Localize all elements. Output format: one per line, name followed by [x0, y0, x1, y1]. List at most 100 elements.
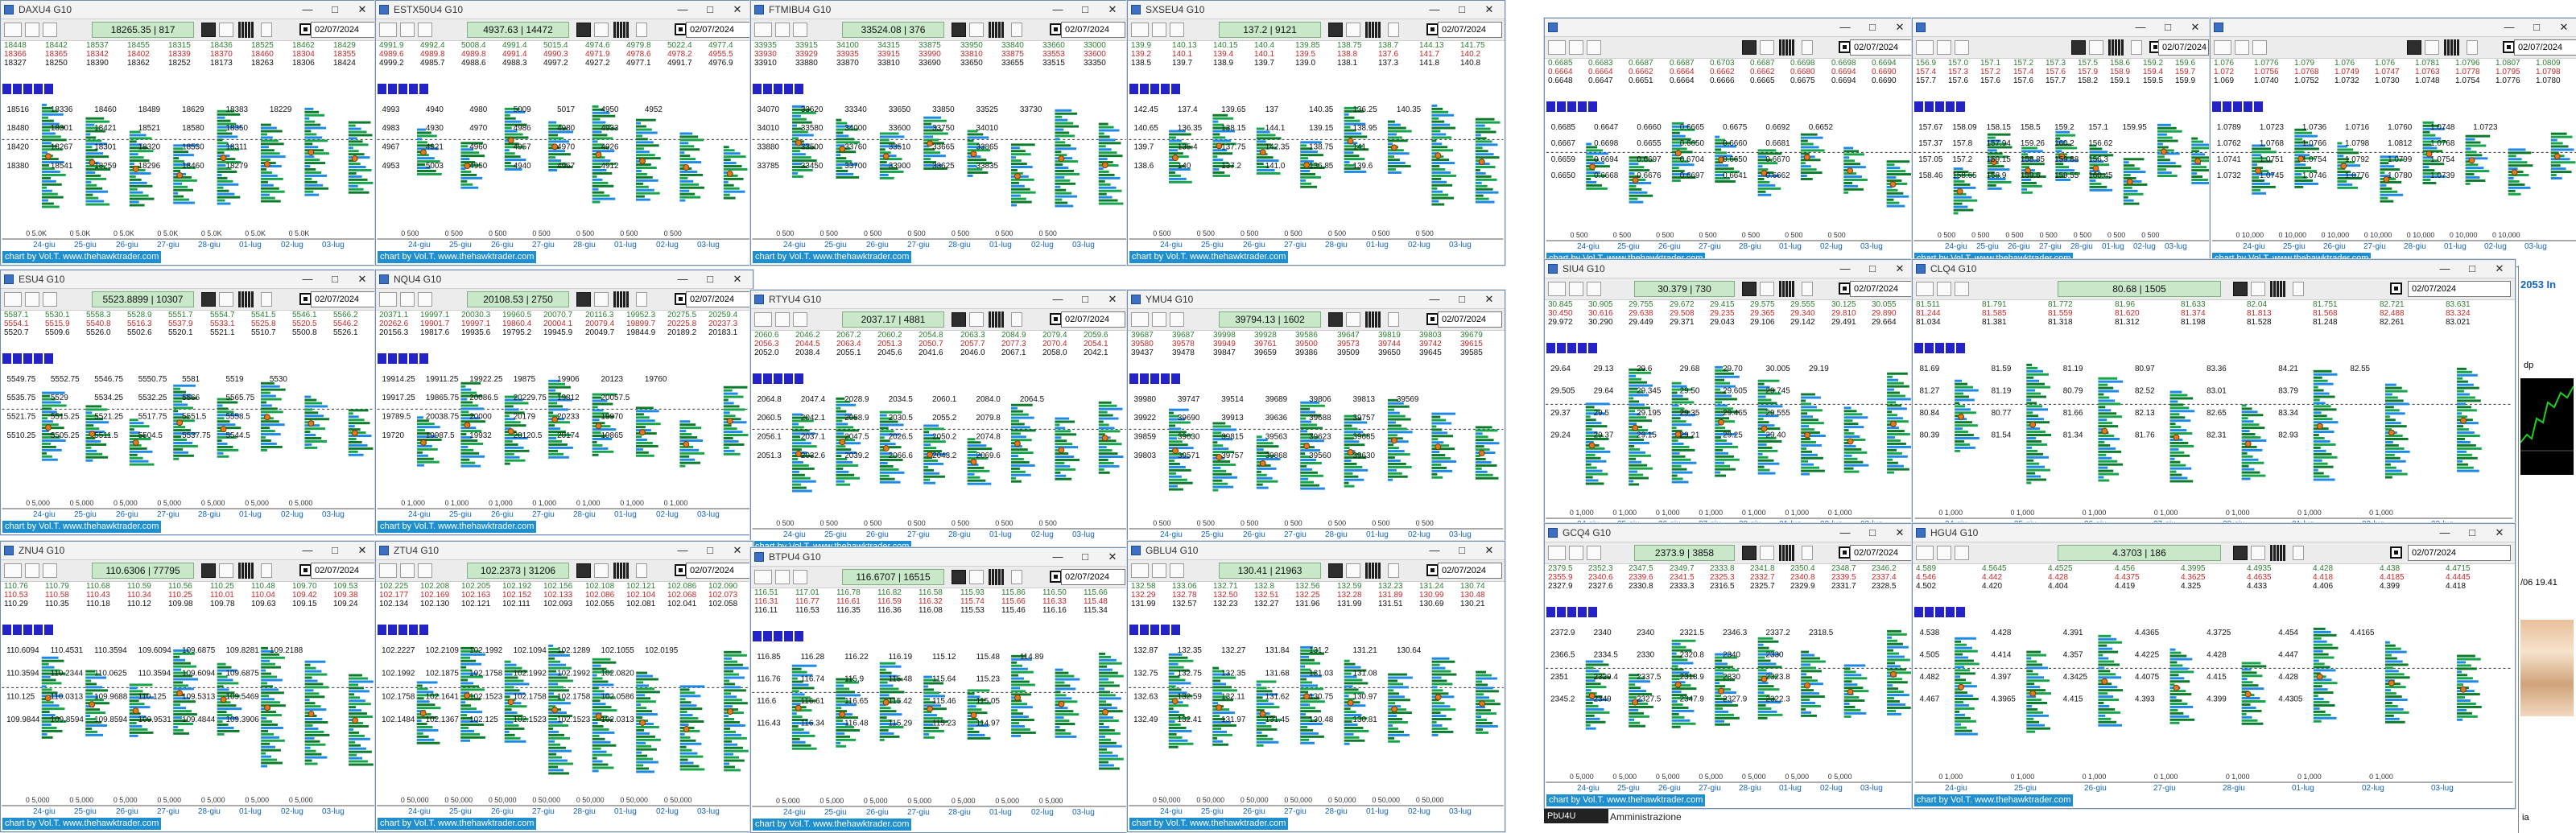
- bars-icon[interactable]: [2270, 281, 2285, 297]
- maximize-button[interactable]: □: [1071, 1, 1099, 19]
- target-icon[interactable]: [1839, 41, 1851, 53]
- session-toggle[interactable]: [1129, 625, 1138, 635]
- session-toggle[interactable]: [1129, 373, 1138, 384]
- bars-icon[interactable]: [238, 22, 254, 38]
- date-field[interactable]: 02/07/2024: [686, 563, 750, 579]
- session-toggle[interactable]: [23, 353, 32, 364]
- close-button[interactable]: ✕: [1099, 1, 1126, 19]
- target-icon[interactable]: [2390, 282, 2402, 295]
- close-button[interactable]: ✕: [1476, 542, 1503, 559]
- session-toggle[interactable]: [1140, 625, 1149, 635]
- minimize-button[interactable]: —: [669, 542, 696, 559]
- session-toggle[interactable]: [378, 353, 386, 364]
- toolbar-button[interactable]: [1170, 563, 1184, 578]
- session-toggle[interactable]: [398, 84, 407, 94]
- bars-icon[interactable]: [2108, 39, 2124, 56]
- maximize-button[interactable]: □: [2458, 260, 2486, 278]
- toolbar-button[interactable]: [576, 292, 591, 307]
- session-toggle[interactable]: [34, 625, 43, 635]
- target-icon[interactable]: [1839, 282, 1851, 295]
- target-icon[interactable]: [299, 23, 312, 35]
- toolbar-button[interactable]: [2071, 40, 2086, 55]
- toolbar-button[interactable]: [4, 563, 22, 578]
- session-toggle[interactable]: [1557, 101, 1566, 112]
- session-toggle[interactable]: [1171, 625, 1180, 635]
- maximize-button[interactable]: □: [696, 1, 724, 19]
- toolbar-button[interactable]: [1131, 563, 1149, 578]
- bars-icon[interactable]: [1365, 563, 1381, 579]
- close-button[interactable]: ✕: [1099, 291, 1126, 308]
- toolbar-button[interactable]: [1937, 40, 1951, 55]
- toolbar-button[interactable]: [1152, 23, 1166, 37]
- target-icon[interactable]: [1426, 564, 1439, 576]
- toolbar-button[interactable]: [636, 563, 647, 578]
- bars-icon[interactable]: [2444, 39, 2459, 56]
- minimize-button[interactable]: —: [2496, 19, 2523, 36]
- bars-icon[interactable]: [238, 563, 254, 579]
- toolbar-button[interactable]: [1346, 23, 1360, 37]
- toolbar-button[interactable]: [969, 570, 984, 584]
- target-icon[interactable]: [675, 23, 687, 35]
- session-toggle[interactable]: [378, 625, 386, 635]
- toolbar-button[interactable]: [1548, 40, 1566, 55]
- chart-window[interactable]: NQU4 G10 — □ ✕ 20108.53 | 2750 02/07/2024…: [375, 270, 753, 535]
- window-titlebar[interactable]: ESU4 G10 — □ ✕: [1, 270, 378, 289]
- minimize-button[interactable]: —: [294, 270, 321, 288]
- toolbar-button[interactable]: [1587, 40, 1601, 55]
- session-toggle[interactable]: [795, 373, 803, 384]
- session-toggle[interactable]: [1956, 101, 1965, 112]
- session-toggle[interactable]: [419, 353, 428, 364]
- toolbar-button[interactable]: [594, 23, 609, 37]
- session-toggle[interactable]: [34, 84, 43, 94]
- toolbar-button[interactable]: [775, 312, 790, 327]
- session-toggle[interactable]: [1140, 84, 1149, 94]
- session-toggle[interactable]: [388, 353, 397, 364]
- toolbar-button[interactable]: [1742, 282, 1757, 296]
- toolbar-button[interactable]: [1131, 23, 1149, 37]
- toolbar-button[interactable]: [201, 563, 216, 578]
- session-toggle[interactable]: [1946, 343, 1955, 353]
- credit-link[interactable]: chart by Vol.T. www.thehawktrader.com: [753, 819, 912, 831]
- session-toggle[interactable]: [774, 373, 782, 384]
- chart-window[interactable]: ZTU4 G10 — □ ✕ 102.2373 | 31206 02/07/202…: [375, 541, 753, 832]
- session-toggle[interactable]: [1161, 625, 1170, 635]
- minimize-button[interactable]: —: [2431, 260, 2458, 278]
- toolbar-button[interactable]: [594, 292, 609, 307]
- toolbar-button[interactable]: [969, 312, 984, 327]
- maximize-button[interactable]: □: [1071, 548, 1099, 566]
- chart-window[interactable]: ESTX50U4 G10 — □ ✕ 4937.63 | 14472 02/07/…: [375, 0, 753, 266]
- profile-chart[interactable]: 142.45 140.65 139.7 138.6 137.4 136.35 135.4 14…: [1128, 96, 1505, 241]
- toolbar-button[interactable]: [1131, 312, 1149, 327]
- credit-link[interactable]: chart by Vol.T. www.thehawktrader.com: [753, 251, 912, 263]
- toolbar-button[interactable]: [793, 570, 807, 584]
- window-titlebar[interactable]: RTYU4 G10 — □ ✕: [751, 291, 1128, 309]
- chart-window[interactable]: — □ ✕ 02/07/2024 0.6685 0.6664 0.6648 0.6683…: [1544, 18, 1916, 267]
- date-field[interactable]: 02/07/2024: [1438, 311, 1502, 328]
- window-titlebar[interactable]: ESTX50U4 G10 — □ ✕: [376, 1, 753, 19]
- session-toggle[interactable]: [44, 625, 53, 635]
- session-toggle[interactable]: [1925, 343, 1934, 353]
- minimize-button[interactable]: —: [669, 1, 696, 19]
- toolbar-button[interactable]: [1011, 570, 1022, 584]
- toolbar-button[interactable]: [636, 23, 647, 37]
- profile-chart[interactable]: 4993 4983 4967 4953 4940 4930 4921 5003 4980 4970…: [376, 96, 753, 241]
- minimize-button[interactable]: —: [2127, 19, 2154, 36]
- target-icon[interactable]: [299, 564, 312, 576]
- toolbar-button[interactable]: [201, 23, 216, 37]
- session-toggle[interactable]: [1935, 343, 1944, 353]
- toolbar-button[interactable]: [261, 292, 272, 307]
- maximize-button[interactable]: □: [321, 270, 349, 288]
- session-toggle[interactable]: [44, 353, 53, 364]
- toolbar-button[interactable]: [1152, 312, 1166, 327]
- toolbar-button[interactable]: [952, 570, 966, 584]
- window-titlebar[interactable]: — □ ✕: [1913, 19, 2211, 37]
- target-icon[interactable]: [1426, 23, 1439, 35]
- close-button[interactable]: ✕: [349, 1, 376, 19]
- target-icon[interactable]: [1050, 23, 1062, 35]
- toolbar-button[interactable]: [1760, 40, 1774, 55]
- toolbar-button[interactable]: [1011, 23, 1022, 37]
- minimize-button[interactable]: —: [669, 270, 696, 288]
- session-toggle[interactable]: [1129, 84, 1138, 94]
- close-button[interactable]: ✕: [349, 270, 376, 288]
- date-field[interactable]: 02/07/2024: [311, 22, 375, 38]
